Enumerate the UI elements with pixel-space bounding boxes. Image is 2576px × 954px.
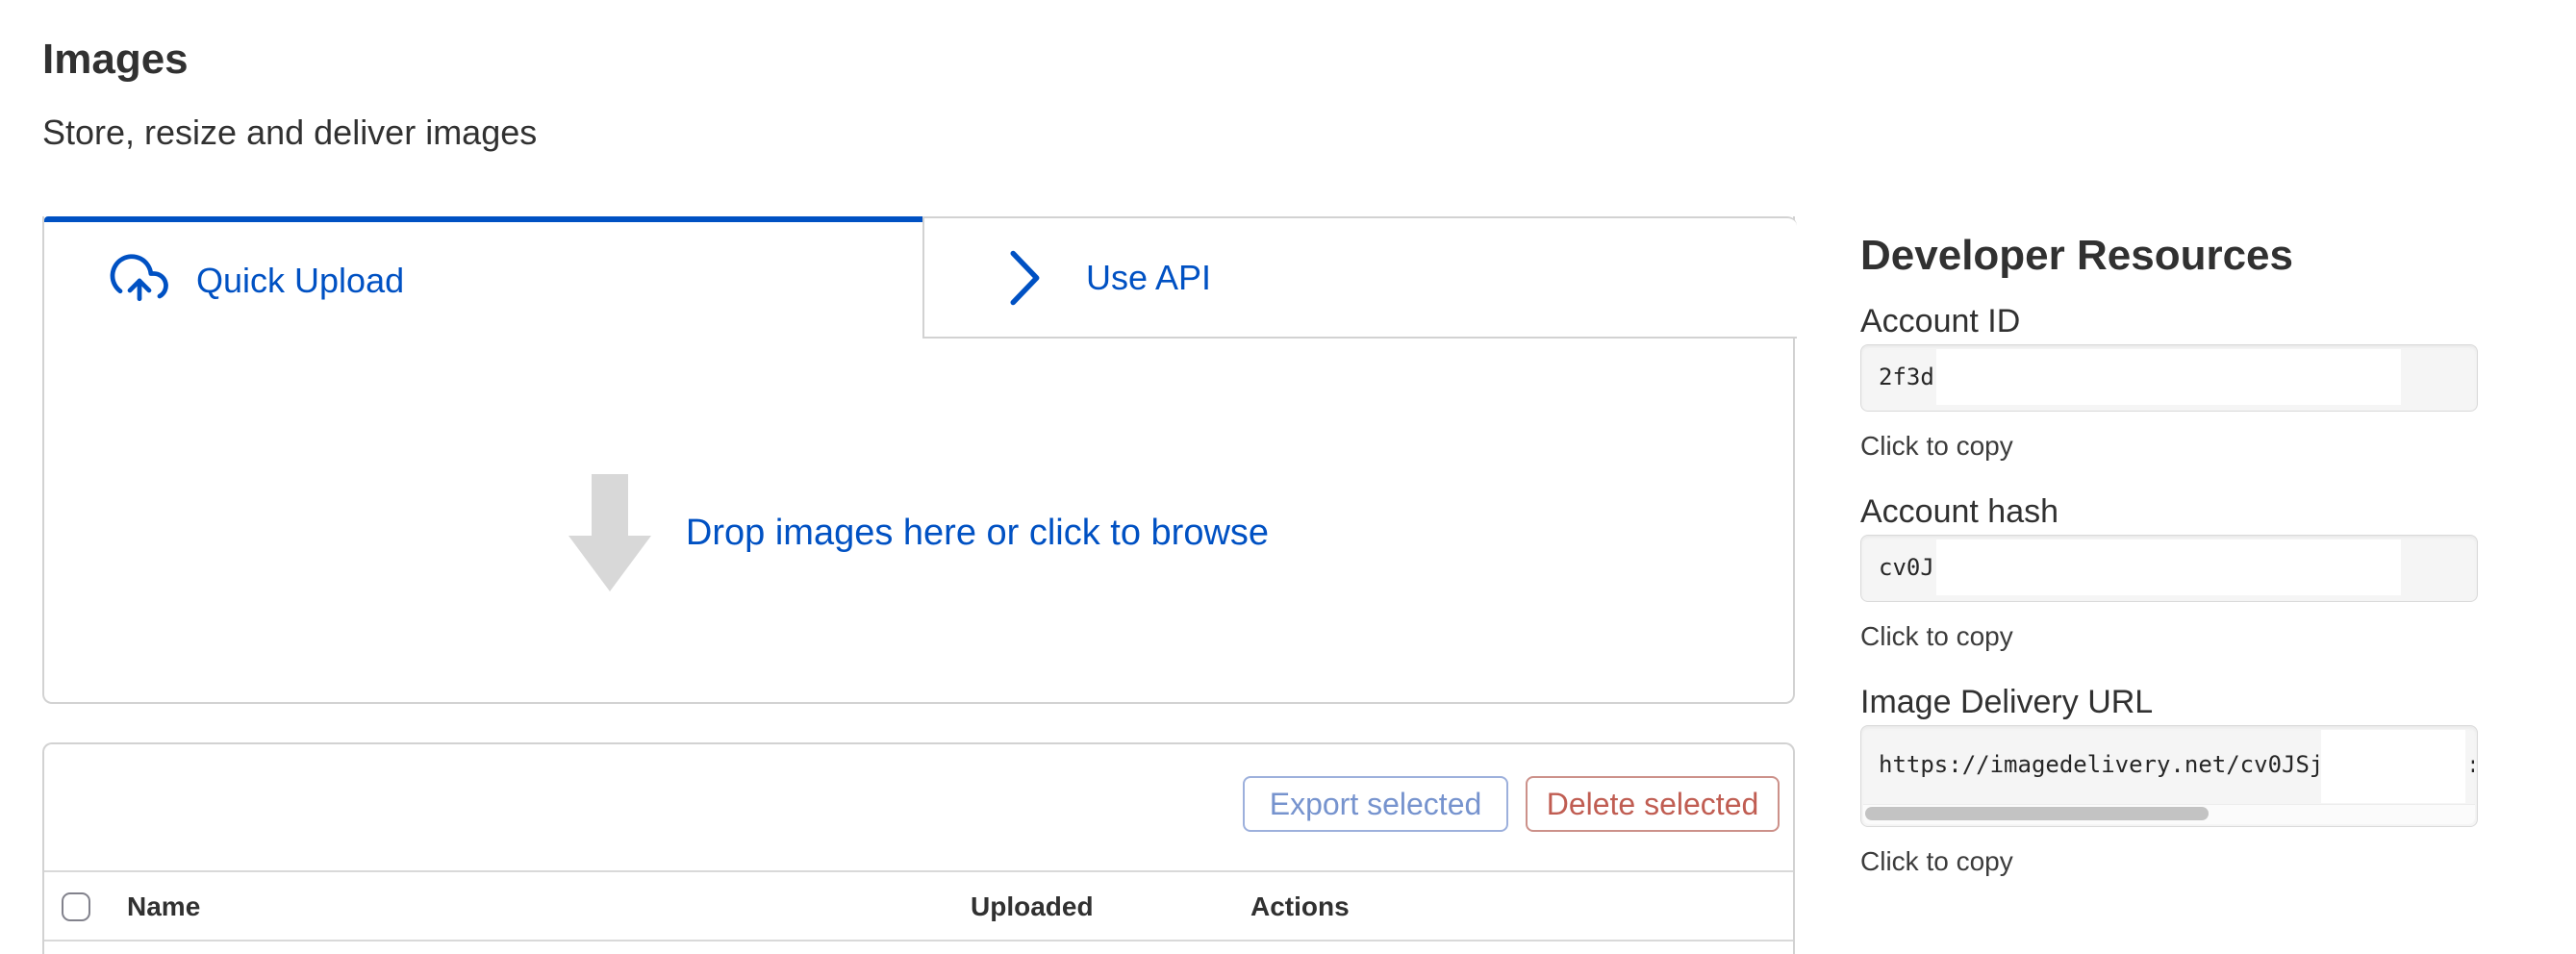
account-id-label: Account ID (1860, 300, 2476, 342)
horizontal-scrollbar-track (1863, 804, 2475, 824)
page-subtitle: Store, resize and deliver images (42, 112, 537, 154)
dropzone-label: Drop images here or click to browse (686, 513, 1269, 554)
tab-quick-upload-label: Quick Upload (196, 260, 404, 302)
redaction-overlay (1936, 540, 2401, 595)
column-header-actions: Actions (1250, 872, 1350, 941)
arrow-down-icon (568, 474, 651, 591)
tab-use-api[interactable]: Use API (922, 216, 1797, 339)
table-toolbar: Export selected Delete selected (44, 744, 1793, 872)
horizontal-scrollbar-thumb[interactable] (1865, 807, 2209, 820)
cloud-upload-icon (108, 252, 171, 310)
images-page: Images Store, resize and deliver images … (0, 0, 2576, 954)
tab-use-api-label: Use API (1086, 257, 1211, 299)
toolbar-buttons: Export selected Delete selected (1243, 776, 1780, 832)
account-hash-field[interactable]: cv0J (1860, 535, 2478, 602)
account-hash-value: cv0J (1879, 536, 1934, 599)
redaction-overlay (1936, 349, 2401, 405)
image-delivery-url-value: https://imagedelivery.net/cv0JSj (1879, 726, 2323, 803)
select-all-checkbox[interactable] (62, 892, 90, 921)
images-table-card: Export selected Delete selected Name Upl… (42, 742, 1795, 954)
account-hash-label: Account hash (1860, 490, 2476, 533)
export-selected-button[interactable]: Export selected (1243, 776, 1508, 832)
image-delivery-url-section: Image Delivery URL https://imagedelivery… (1860, 681, 2476, 879)
account-id-click-to-copy: Click to copy (1860, 429, 2476, 464)
delete-selected-button[interactable]: Delete selected (1526, 776, 1780, 832)
image-delivery-url-click-to-copy: Click to copy (1860, 844, 2476, 879)
page-title: Images (42, 35, 189, 85)
account-hash-section: Account hash cv0J Click to copy (1860, 490, 2476, 654)
column-header-uploaded: Uploaded (971, 872, 1094, 941)
tab-quick-upload[interactable]: Quick Upload (44, 222, 922, 339)
image-delivery-url-label: Image Delivery URL (1860, 681, 2476, 723)
upload-panel: Quick Upload Use API Drop images here or… (42, 216, 1795, 704)
image-delivery-url-field[interactable]: https://imagedelivery.net/cv0JSj : (1860, 725, 2478, 827)
account-hash-click-to-copy: Click to copy (1860, 619, 2476, 654)
redaction-overlay (2321, 730, 2465, 803)
account-id-field[interactable]: 2f3d (1860, 344, 2478, 412)
account-id-section: Account ID 2f3d Click to copy (1860, 300, 2476, 464)
table-header-row: Name Uploaded Actions (44, 872, 1793, 941)
developer-resources-title: Developer Resources (1860, 231, 2293, 281)
redacted-peek-character: : (2466, 726, 2474, 803)
chevron-right-icon (1009, 248, 1042, 308)
account-id-value: 2f3d (1879, 345, 1934, 409)
column-header-name: Name (127, 872, 200, 941)
dropzone[interactable]: Drop images here or click to browse (44, 470, 1793, 595)
